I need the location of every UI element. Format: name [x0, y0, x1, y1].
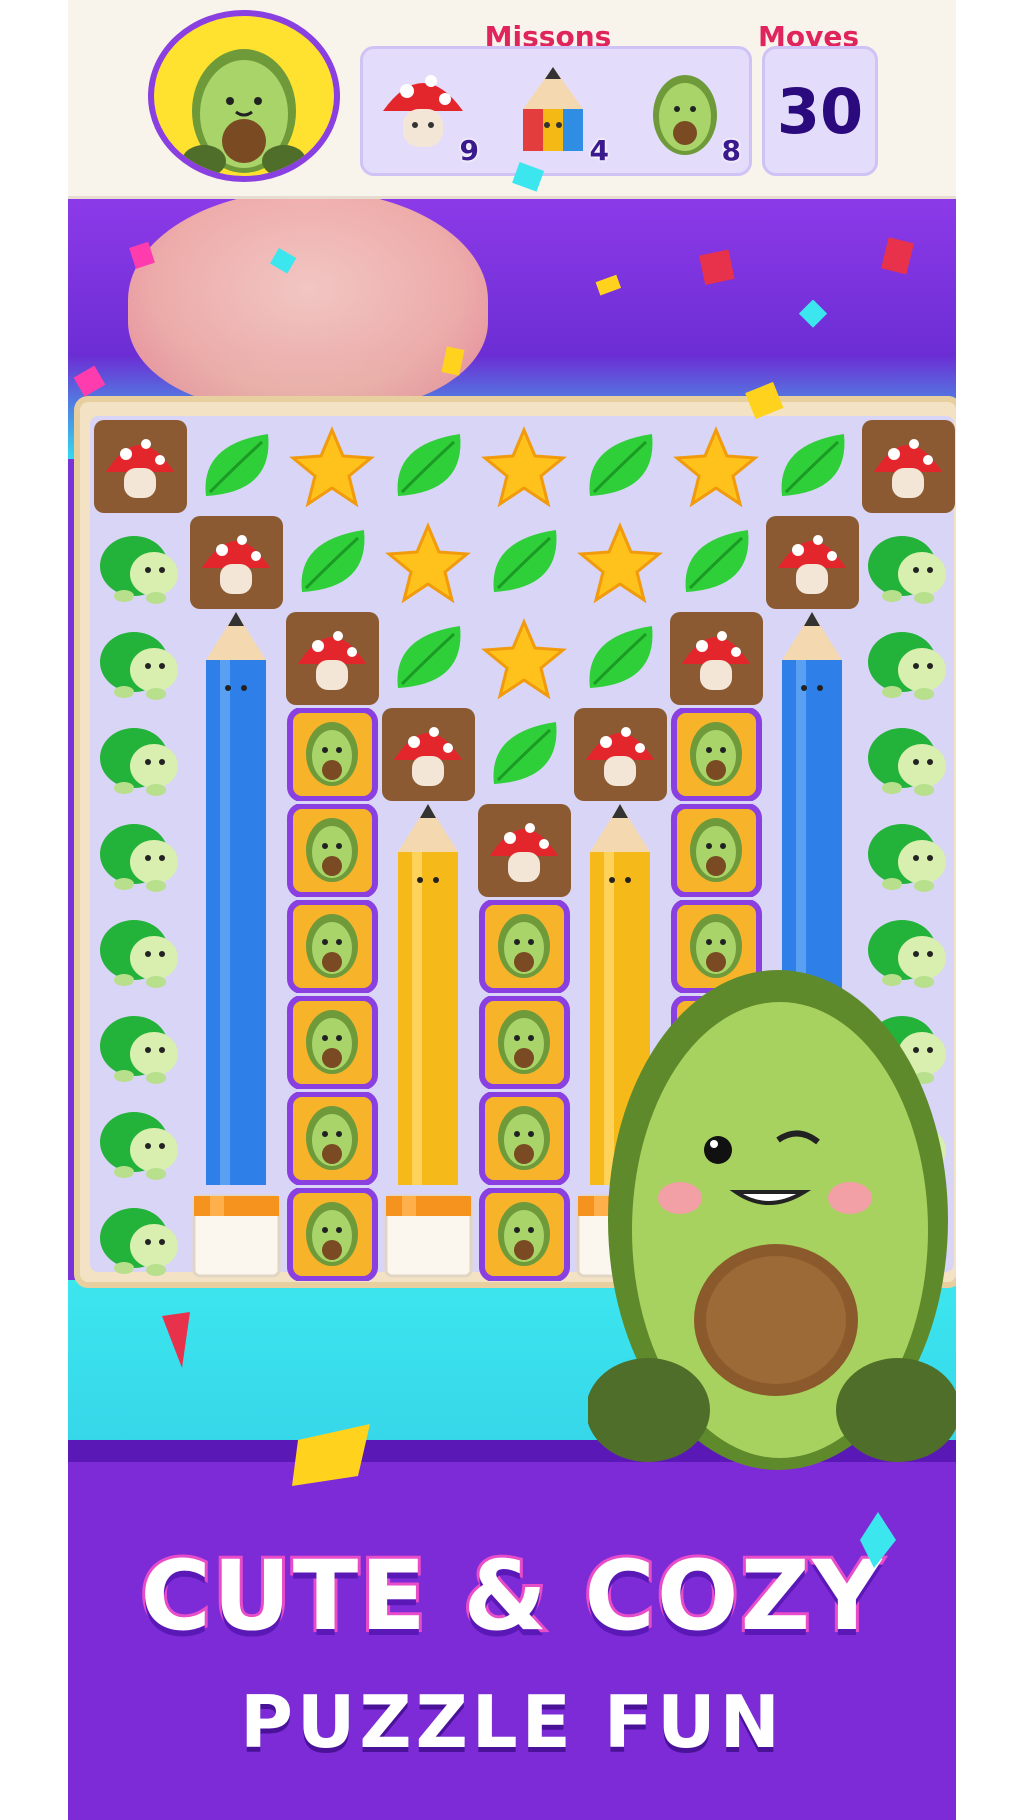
promo-subtitle: PUZZLE FUN [240, 1680, 784, 1764]
turtle-tile[interactable] [94, 708, 187, 801]
mushroom-tile[interactable] [862, 420, 955, 513]
star-tile[interactable] [382, 516, 475, 609]
avocado-wrap-tile[interactable] [670, 804, 763, 897]
avocado-plush-mascot [586, 930, 956, 1490]
leaf-tile[interactable] [382, 612, 475, 705]
avocado-wrap-tile[interactable] [478, 1092, 571, 1185]
avocado-icon [653, 75, 717, 155]
mission-avocado: 8 [635, 59, 745, 169]
leaf-tile[interactable] [190, 420, 283, 513]
promo-title: CUTE & COZY [137, 1537, 884, 1655]
confetti-piece [595, 274, 622, 296]
avatar[interactable] [148, 10, 340, 182]
leaf-tile[interactable] [382, 420, 475, 513]
avocado-wrap-tile[interactable] [286, 1092, 379, 1185]
crate-tile[interactable] [190, 1188, 283, 1281]
confetti-piece [441, 346, 465, 376]
avocado-wrap-tile[interactable] [478, 996, 571, 1089]
avocado-wrap-tile[interactable] [478, 1188, 571, 1281]
confetti-piece [73, 365, 106, 397]
crate-tile[interactable] [382, 1188, 475, 1281]
avocado-wrap-tile[interactable] [286, 1188, 379, 1281]
mushroom-tile[interactable] [382, 708, 475, 801]
mushroom-tile[interactable] [94, 420, 187, 513]
star-tile[interactable] [478, 612, 571, 705]
mushroom-tile[interactable] [478, 804, 571, 897]
confetti-piece [512, 162, 545, 192]
confetti-piece [860, 1512, 896, 1568]
missions-panel: 9 4 8 [360, 46, 752, 176]
star-tile[interactable] [574, 516, 667, 609]
mission-count: 8 [721, 134, 741, 167]
turtle-tile[interactable] [94, 1092, 187, 1185]
avocado-wrap-tile[interactable] [286, 996, 379, 1089]
turtle-tile[interactable] [94, 804, 187, 897]
leaf-tile[interactable] [766, 420, 859, 513]
turtle-tile[interactable] [94, 900, 187, 993]
avocado-avatar-icon [182, 49, 306, 176]
mushroom-tile[interactable] [670, 612, 763, 705]
game-screen: Missons Moves 9 4 8 30 CUTE & COZY PUZZL… [68, 0, 956, 1820]
turtle-tile[interactable] [94, 612, 187, 705]
avocado-wrap-tile[interactable] [286, 708, 379, 801]
moves-counter: 30 [762, 46, 878, 176]
confetti-piece [745, 381, 784, 420]
leaf-tile[interactable] [574, 420, 667, 513]
turtle-tile[interactable] [862, 612, 955, 705]
turtle-tile[interactable] [94, 1188, 187, 1281]
turtle-tile[interactable] [862, 516, 955, 609]
confetti-piece [292, 1424, 370, 1486]
avocado-wrap-tile[interactable] [286, 804, 379, 897]
mushroom-tile[interactable] [190, 516, 283, 609]
star-tile[interactable] [286, 420, 379, 513]
confetti-piece [162, 1312, 190, 1368]
leaf-tile[interactable] [670, 516, 763, 609]
mushroom-tile[interactable] [574, 708, 667, 801]
star-tile[interactable] [478, 420, 571, 513]
turtle-tile[interactable] [94, 516, 187, 609]
mushroom-tile[interactable] [286, 612, 379, 705]
pencil-yellow-tile[interactable] [382, 804, 475, 1185]
avocado-wrap-tile[interactable] [670, 708, 763, 801]
turtle-tile[interactable] [94, 996, 187, 1089]
leaf-tile[interactable] [286, 516, 379, 609]
star-tile[interactable] [670, 420, 763, 513]
mission-mushroom: 9 [373, 59, 483, 169]
leaf-tile[interactable] [478, 516, 571, 609]
confetti-piece [269, 248, 297, 274]
mushroom-tile[interactable] [766, 516, 859, 609]
pink-plush-background [128, 190, 488, 410]
mission-count: 4 [589, 134, 609, 167]
leaf-tile[interactable] [574, 612, 667, 705]
confetti-piece [699, 249, 735, 286]
mission-pencil: 4 [503, 59, 613, 169]
pencil-icon [523, 67, 583, 151]
mushroom-icon [383, 75, 463, 147]
avocado-wrap-tile[interactable] [286, 900, 379, 993]
confetti-piece [798, 300, 828, 328]
confetti-piece [129, 241, 155, 269]
leaf-tile[interactable] [478, 708, 571, 801]
confetti-piece [881, 237, 914, 275]
mission-count: 9 [459, 134, 479, 167]
avocado-wrap-tile[interactable] [478, 900, 571, 993]
turtle-tile[interactable] [862, 708, 955, 801]
pencil-blue-tile[interactable] [190, 612, 283, 1185]
turtle-tile[interactable] [862, 804, 955, 897]
